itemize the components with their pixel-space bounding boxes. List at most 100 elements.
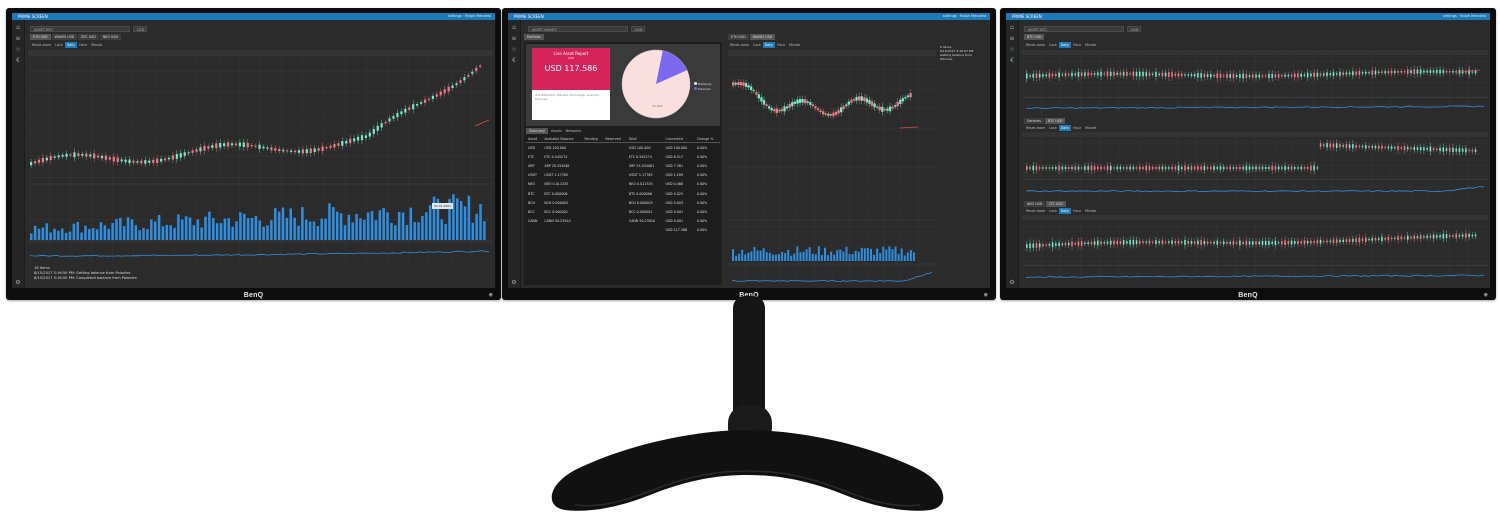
currency-select[interactable]: USD bbox=[631, 26, 645, 32]
reset-zoom-button[interactable]: Reset zoom bbox=[1024, 125, 1047, 131]
star-icon[interactable]: ☆ bbox=[12, 46, 24, 53]
minute-button[interactable]: Minute bbox=[1083, 125, 1098, 131]
table-row[interactable]: BTC BTC 0.000006 BTC 0.000006 USD 0.025 0.00… bbox=[526, 189, 720, 198]
volume-bar bbox=[60, 228, 64, 240]
lock-button[interactable]: Lock bbox=[1047, 42, 1059, 48]
candle bbox=[195, 149, 198, 152]
tab-eth-usd[interactable]: ETH USD bbox=[728, 34, 749, 40]
reset-zoom-button[interactable]: Reset zoom bbox=[1024, 42, 1047, 48]
search-input[interactable]: ASSET BTC bbox=[1024, 26, 1124, 32]
minute-button[interactable]: Minute bbox=[1083, 42, 1098, 48]
tab-eth-usd[interactable]: ETH USD bbox=[30, 34, 51, 40]
candle bbox=[1339, 144, 1341, 148]
table-row[interactable]: ETC ETC 0.545274 ETC 0.545274 USD 8.517 0.00… bbox=[526, 152, 720, 161]
table-row[interactable]: USDT USDT 1.17765 USDT 1.17765 USD 1.189 0.0… bbox=[526, 171, 720, 180]
lock-button[interactable]: Lock bbox=[1047, 125, 1059, 131]
gear-icon[interactable]: ⚙ bbox=[508, 279, 520, 286]
tab-summary[interactable]: Summary bbox=[526, 128, 548, 134]
table-row[interactable]: CANN CANN 50.23910 CANN 50.23910 USD 0.001 0… bbox=[526, 217, 720, 226]
minute-button[interactable]: Minute bbox=[1083, 208, 1098, 214]
gear-icon[interactable]: ⚙ bbox=[1006, 279, 1018, 286]
home-icon[interactable]: ⌂ bbox=[12, 24, 24, 31]
gear-icon[interactable]: ⚙ bbox=[12, 279, 24, 286]
tab-neo-usd[interactable]: NEO USD bbox=[99, 34, 122, 40]
currency-select[interactable]: USD bbox=[1127, 26, 1141, 32]
right-top-chart[interactable] bbox=[1022, 50, 1488, 116]
column-header[interactable]: Converted bbox=[663, 135, 695, 143]
window-user-menu[interactable]: settings · Ralph Mendelo bbox=[943, 13, 986, 20]
reset-zoom-button[interactable]: Reset zoom bbox=[30, 42, 53, 48]
column-header[interactable]: Total bbox=[626, 135, 664, 143]
tab-btc-usd[interactable]: BTC USD bbox=[78, 34, 99, 40]
daily-button[interactable]: Daily bbox=[64, 42, 78, 48]
power-icon[interactable]: ◉ bbox=[489, 292, 493, 298]
right-bottom-chart[interactable] bbox=[1022, 215, 1488, 285]
tab-portfolio[interactable]: Portfolio bbox=[524, 34, 544, 40]
tab-btc-usd[interactable]: BTC USD bbox=[1044, 118, 1066, 124]
menu-icon[interactable]: ≡ bbox=[12, 35, 24, 42]
daily-button[interactable]: Daily bbox=[1058, 42, 1072, 48]
euro-icon[interactable]: € bbox=[508, 57, 520, 64]
left-main-chart[interactable] bbox=[28, 50, 493, 262]
power-icon[interactable]: ◉ bbox=[984, 292, 988, 298]
euro-icon[interactable]: € bbox=[12, 57, 24, 64]
search-input[interactable]: ASSET BTC bbox=[30, 26, 130, 32]
volume-bar bbox=[68, 231, 72, 240]
home-icon[interactable]: ⌂ bbox=[1006, 24, 1018, 31]
daily-button[interactable]: Daily bbox=[1058, 125, 1072, 131]
reset-zoom-button[interactable]: Reset zoom bbox=[728, 42, 751, 48]
lock-button[interactable]: Lock bbox=[751, 42, 763, 48]
home-icon[interactable]: ⌂ bbox=[508, 24, 520, 31]
tab-ltc-usd[interactable]: LTC USD bbox=[1046, 201, 1066, 207]
table-cell: ETC 0.545274 bbox=[544, 154, 568, 159]
candle bbox=[901, 98, 905, 102]
tab-btc-usd[interactable]: BTC USD bbox=[1024, 34, 1045, 40]
euro-icon[interactable]: € bbox=[1006, 57, 1018, 64]
tab-neo-usd[interactable]: NEO USD bbox=[1024, 201, 1046, 207]
minute-button[interactable]: Minute bbox=[787, 42, 802, 48]
tab-waves-usd[interactable]: WAVES USD bbox=[749, 34, 776, 40]
window-user-menu[interactable]: settings · Ralph Mendelo bbox=[1443, 13, 1486, 20]
reset-zoom-button[interactable]: Reset zoom bbox=[1024, 208, 1047, 214]
lock-button[interactable]: Lock bbox=[53, 42, 65, 48]
menu-icon[interactable]: ≡ bbox=[1006, 35, 1018, 42]
daily-button[interactable]: Daily bbox=[762, 42, 776, 48]
daily-button[interactable]: Daily bbox=[1058, 208, 1072, 214]
tab-assets[interactable]: Assets bbox=[549, 128, 564, 134]
column-header[interactable]: Available Balance bbox=[542, 135, 583, 143]
minute-button[interactable]: Minute bbox=[89, 42, 104, 48]
tab-services[interactable]: Services bbox=[1024, 118, 1044, 124]
candle bbox=[1200, 73, 1202, 78]
column-header[interactable]: Reserved bbox=[603, 135, 627, 143]
table-row[interactable]: USD USD 100.000 USD 100.000 USD 100.000 0.00… bbox=[526, 143, 720, 153]
hour-button[interactable]: Hour bbox=[77, 42, 89, 48]
tab-networks[interactable]: Networks bbox=[564, 128, 583, 134]
window-user-menu[interactable]: settings · Ralph Mendelo bbox=[448, 13, 491, 20]
column-header[interactable]: Asset bbox=[526, 135, 543, 143]
star-icon[interactable]: ☆ bbox=[508, 46, 520, 53]
menu-icon[interactable]: ≡ bbox=[508, 35, 520, 42]
search-input[interactable]: ASSET WAVES bbox=[528, 26, 628, 32]
candle bbox=[278, 148, 281, 152]
hour-button[interactable]: Hour bbox=[1071, 42, 1083, 48]
table-row[interactable]: XRP XRP 25.554061 XRP 25.554061 USD 7.381 0.… bbox=[526, 161, 720, 170]
column-header[interactable]: Change % bbox=[694, 135, 720, 143]
hour-button[interactable]: Hour bbox=[775, 42, 787, 48]
table-row[interactable]: BCH BCH 0.000003 BCH 0.000003 USD 0.003 0.00… bbox=[526, 198, 720, 207]
candle bbox=[33, 161, 37, 164]
column-header[interactable]: Pending bbox=[582, 135, 604, 143]
star-icon[interactable]: ☆ bbox=[1006, 46, 1018, 53]
power-icon[interactable]: ◉ bbox=[1484, 292, 1488, 298]
table-row[interactable]: NEO NEO 0.011335 NEO 0.011335 USD 0.468 0.00… bbox=[526, 180, 720, 189]
tab-waves-usd[interactable]: WAVES USD bbox=[51, 34, 78, 40]
center-candle-chart[interactable] bbox=[728, 50, 936, 285]
currency-select[interactable]: USD bbox=[133, 26, 147, 32]
candle bbox=[1248, 75, 1251, 78]
lock-button[interactable]: Lock bbox=[1047, 208, 1059, 214]
table-row[interactable]: BCC BCC 0.000001 BCC 0.000001 USD 0.001 0.00… bbox=[526, 207, 720, 216]
right-bottom-tabs: NEO USD LTC USD bbox=[1024, 201, 1067, 207]
table-row[interactable]: USD 117.586 0.00% bbox=[526, 226, 720, 235]
hour-button[interactable]: Hour bbox=[1071, 208, 1083, 214]
right-mid-chart[interactable] bbox=[1022, 132, 1488, 198]
hour-button[interactable]: Hour bbox=[1071, 125, 1083, 131]
